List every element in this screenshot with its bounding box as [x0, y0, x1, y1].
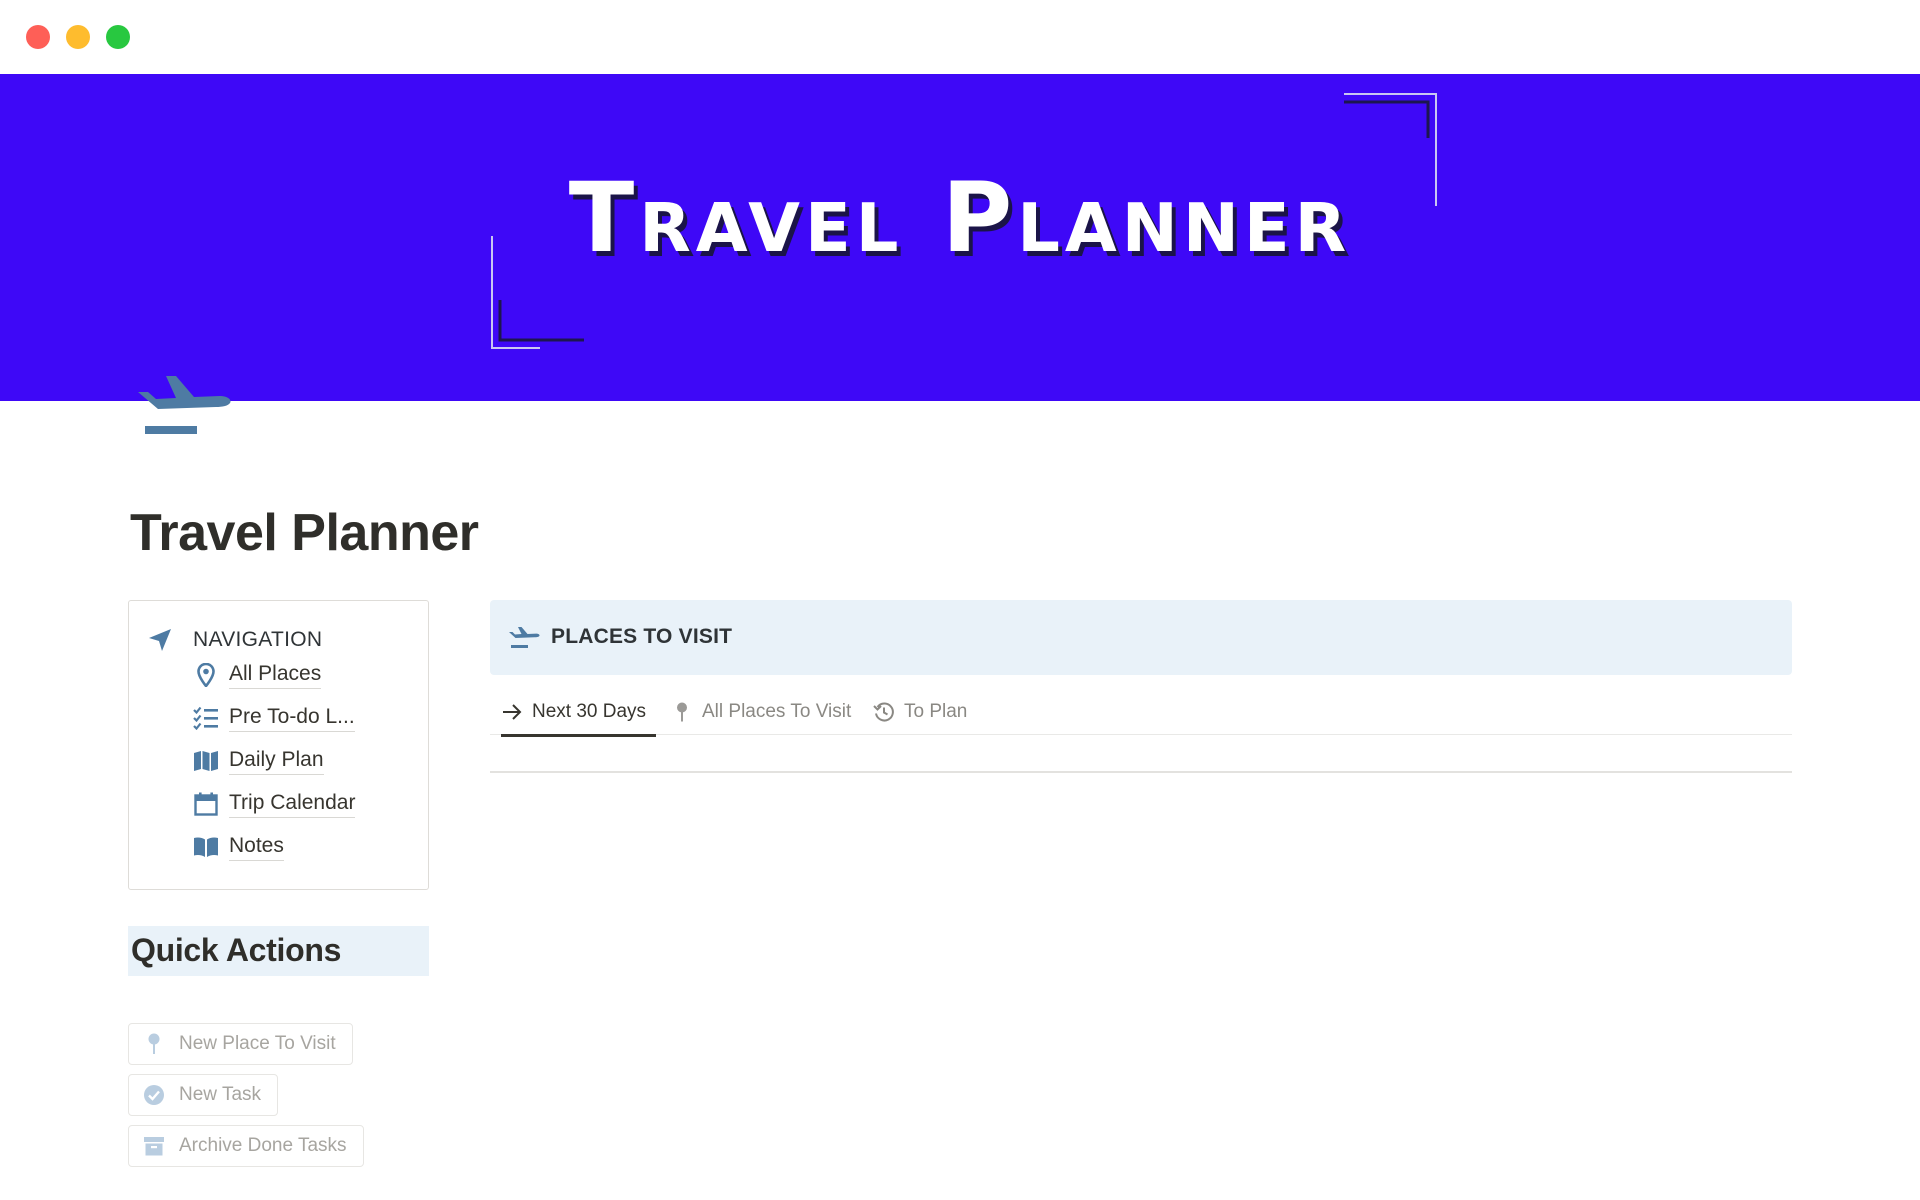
nav-item-label: Notes	[229, 833, 284, 861]
archive-done-tasks-button[interactable]: Archive Done Tasks	[128, 1125, 364, 1167]
new-task-button[interactable]: New Task	[128, 1074, 279, 1116]
map-pin-icon	[193, 662, 219, 688]
quick-actions-title: Quick Actions	[131, 932, 342, 968]
nav-item-label: Trip Calendar	[229, 790, 356, 818]
tab-next-30-days[interactable]: Next 30 Days	[500, 688, 657, 737]
navigation-label: NAVIGATION	[193, 628, 323, 651]
pushpin-icon	[143, 1033, 165, 1055]
minimize-window-button[interactable]	[66, 25, 90, 49]
button-label: Archive Done Tasks	[179, 1135, 347, 1156]
navigation-callout: NAVIGATION All Places Pre To-do L... Dai…	[128, 600, 429, 890]
location-arrow-icon	[149, 629, 171, 651]
close-window-button[interactable]	[26, 25, 50, 49]
places-to-visit-heading: PLACES TO VISIT	[551, 625, 733, 648]
view-divider	[490, 771, 1792, 773]
pushpin-icon	[670, 700, 694, 724]
page-title[interactable]: Travel Planner	[130, 503, 479, 563]
button-label: New Task	[179, 1084, 262, 1105]
nav-item-all-places[interactable]: All Places	[193, 659, 322, 691]
nav-item-trip-calendar[interactable]: Trip Calendar	[193, 788, 356, 820]
page-cover[interactable]: Travel Planner	[0, 74, 1920, 401]
arrow-right-icon	[500, 700, 524, 724]
nav-item-pre-todo-list[interactable]: Pre To-do L...	[193, 702, 355, 734]
book-icon	[193, 834, 219, 860]
check-circle-icon	[143, 1084, 165, 1106]
tab-all-places-to-visit[interactable]: All Places To Visit	[670, 688, 851, 735]
navigation-header: NAVIGATION	[147, 625, 322, 655]
new-place-to-visit-button[interactable]: New Place To Visit	[128, 1023, 353, 1065]
places-to-visit-callout: PLACES TO VISIT	[490, 600, 1792, 675]
nav-item-label: All Places	[229, 661, 322, 689]
airplane-departure-icon	[509, 627, 540, 648]
airplane-departure-icon[interactable]	[136, 366, 232, 438]
map-icon	[193, 748, 219, 774]
calendar-icon	[193, 791, 219, 817]
cover-title: Travel Planner	[568, 162, 1352, 274]
database-view-tabs: Next 30 Days All Places To Visit To Plan	[490, 688, 1792, 737]
tab-label: To Plan	[904, 700, 968, 722]
button-label: New Place To Visit	[179, 1033, 336, 1054]
tab-to-plan[interactable]: To Plan	[872, 688, 967, 735]
nav-item-label: Daily Plan	[229, 747, 324, 775]
tab-label: Next 30 Days	[532, 700, 647, 722]
tab-label: All Places To Visit	[702, 700, 852, 722]
nav-item-notes[interactable]: Notes	[193, 831, 284, 863]
history-icon	[872, 700, 896, 724]
archive-icon	[143, 1135, 165, 1157]
zoom-window-button[interactable]	[106, 25, 130, 49]
quick-actions-heading: Quick Actions	[128, 926, 429, 976]
nav-item-daily-plan[interactable]: Daily Plan	[193, 745, 324, 777]
window-titlebar	[0, 0, 1920, 74]
nav-item-label: Pre To-do L...	[229, 704, 355, 732]
checklist-icon	[193, 705, 219, 731]
